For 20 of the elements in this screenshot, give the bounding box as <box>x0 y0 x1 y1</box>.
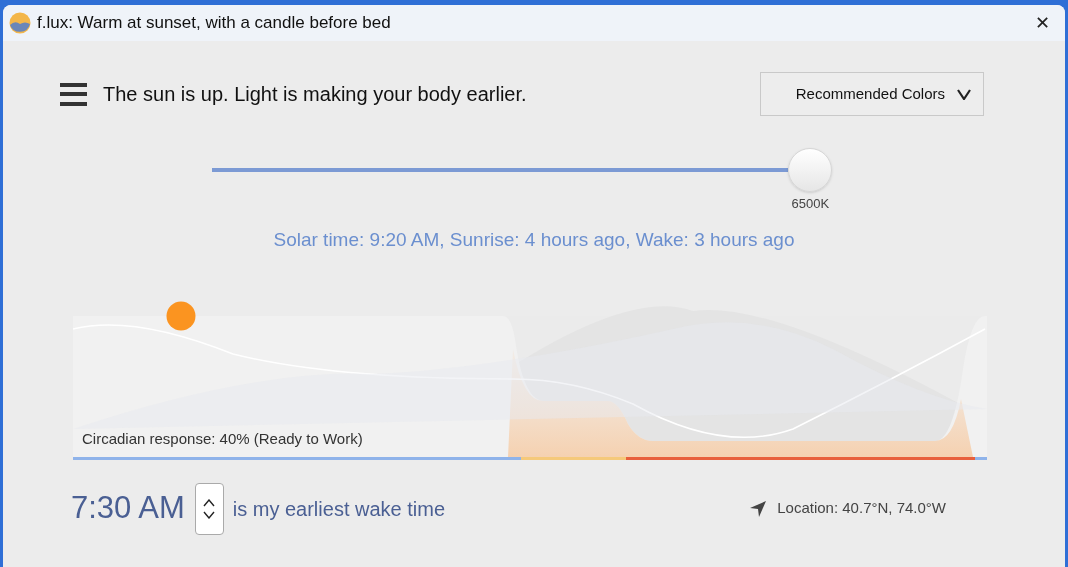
app-logo-icon <box>9 12 31 34</box>
color-preset-dropdown[interactable]: Recommended Colors <box>760 72 984 116</box>
circadian-caption: Circadian response: 40% (Ready to Work) <box>82 428 363 449</box>
temperature-reading: 6500K <box>791 195 830 213</box>
chevron-down-icon <box>957 88 971 100</box>
sun-marker[interactable] <box>166 301 196 330</box>
location-arrow-icon <box>749 499 768 518</box>
slider-thumb[interactable] <box>788 148 833 192</box>
time-stepper[interactable] <box>194 482 224 535</box>
window-title: f.lux: Warm at sunset, with a candle before bed <box>37 12 391 35</box>
chevron-up-icon[interactable] <box>203 498 216 507</box>
status-message: The sun is up. Light is making your body earlier. <box>103 82 527 107</box>
close-button[interactable]: ✕ <box>1019 5 1065 41</box>
location-text: Location: 40.7°N, 74.0°W <box>777 498 946 519</box>
temperature-slider[interactable] <box>212 148 832 192</box>
solar-info: Solar time: 9:20 AM, Sunrise: 4 hours ago, Wake: 3 hours ago <box>273 228 795 252</box>
wake-time: 7:30 AM <box>71 489 185 528</box>
menu-icon[interactable] <box>60 80 87 108</box>
chevron-down-icon[interactable] <box>203 510 216 519</box>
wake-time-label: is my earliest wake time <box>232 496 446 522</box>
